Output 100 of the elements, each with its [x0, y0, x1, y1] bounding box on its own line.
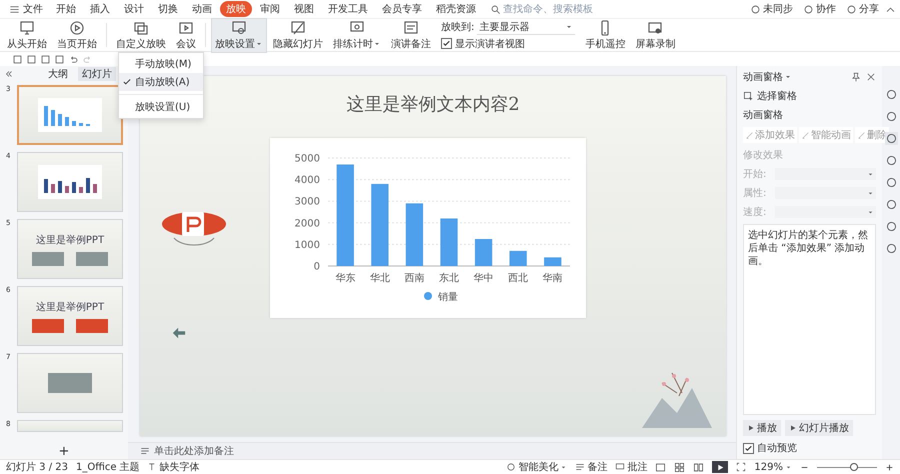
caret-icon [867, 208, 874, 216]
ribbon-button[interactable]: 自定义放映 [112, 18, 170, 52]
ribbon-button[interactable]: 放映设置 [211, 18, 267, 52]
zoom-menu[interactable]: 129% [754, 462, 792, 472]
slide-title: 这里是举例文本内容2 [346, 93, 520, 116]
play-icon [789, 424, 797, 432]
slide-thumbnail[interactable]: 这里是举例PPT [17, 219, 123, 279]
toolbar-link[interactable]: 未同步 [746, 2, 797, 16]
arrow-left-icon [170, 326, 188, 340]
menu-item[interactable]: 手动放映(M) [119, 55, 203, 73]
axis-label: 华南 [542, 273, 563, 284]
cursor-icon [743, 90, 754, 102]
menu-tab[interactable]: 切换 [152, 1, 184, 17]
panel-tab[interactable]: 幻灯片 [78, 67, 116, 81]
axis-label: 4000 [294, 175, 320, 186]
axis-label: 东北 [439, 273, 459, 284]
menu-tab[interactable]: 放映 [220, 1, 252, 17]
menu-tab[interactable]: 开发工具 [322, 1, 374, 17]
pin-icon[interactable] [851, 72, 861, 82]
play-button[interactable]: 幻灯片播放 [785, 420, 853, 436]
pane-title-menu[interactable]: 动画窗格 [743, 70, 792, 84]
slide-thumbnail[interactable]: 这里是举例PPT [17, 286, 123, 346]
auto-preview-checkbox[interactable]: 自动预览 [743, 441, 876, 455]
menu-icon [9, 4, 20, 14]
menu-tab[interactable]: 视图 [288, 1, 320, 17]
field-label: 属性: [743, 186, 768, 200]
notes-icon [403, 20, 419, 36]
slideshow-button[interactable] [712, 461, 728, 473]
thumbnail-title: 这里是举例PPT [36, 300, 104, 314]
axis-label: 5000 [294, 154, 320, 164]
display-label: 放映到: [441, 20, 474, 34]
caret-icon [785, 464, 792, 470]
display-select[interactable]: 主要显示器 [477, 20, 576, 34]
slide-thumbnail[interactable] [17, 353, 123, 413]
ribbon-button[interactable]: 隐藏幻灯片 [269, 18, 327, 52]
check-icon [442, 39, 451, 48]
menu-tab[interactable]: 开始 [50, 1, 82, 17]
beautify-button[interactable]: 智能美化 [506, 460, 568, 474]
ribbon-button[interactable]: 会议 [172, 18, 200, 52]
section-title: 修改效果 [743, 149, 784, 162]
ribbon-button[interactable]: 从头开始 [3, 18, 51, 52]
collapse-icon[interactable] [4, 69, 14, 79]
chart-thumbnail-drawing [38, 165, 102, 199]
menu-tab[interactable]: 动画 [186, 1, 218, 17]
menu-item[interactable]: 放映设置(U) [119, 98, 203, 116]
screen-gear-icon [231, 20, 247, 36]
axis-label: 3000 [294, 196, 320, 208]
menu-tab[interactable]: 设计 [118, 1, 150, 17]
plus-icon[interactable] [885, 462, 894, 472]
toolbar-link[interactable]: 协作 [799, 2, 840, 16]
ribbon-button[interactable]: 手机遥控 [581, 18, 630, 52]
notes-button[interactable]: 备注 [575, 460, 608, 474]
close-icon[interactable] [866, 72, 876, 82]
menu-tab[interactable]: 插入 [84, 1, 116, 17]
menu-tab[interactable]: 审阅 [254, 1, 286, 17]
missing-fonts-button[interactable]: 缺失字体 [148, 460, 200, 474]
panel-tab[interactable]: 大纲 [44, 67, 72, 81]
slide-counter: 幻灯片 3 / 23 [6, 460, 68, 474]
pencil-icon [745, 130, 754, 140]
search-field[interactable]: 查找命令、搜索模板 [490, 4, 613, 14]
field-label: 开始: [743, 168, 768, 181]
ribbon-button[interactable]: 演讲备注 [387, 18, 435, 52]
check-icon [744, 444, 753, 452]
axis-label: 华东 [335, 273, 356, 284]
axis-label: 华中 [474, 273, 494, 284]
comments-button[interactable]: 批注 [615, 460, 648, 474]
thumbnail-title: 这里是举例PPT [36, 234, 104, 246]
slides-icon [133, 20, 149, 36]
bar [440, 218, 458, 266]
hidden-slide-icon [290, 20, 306, 36]
selection-pane-button[interactable]: 选择窗格 [743, 89, 876, 103]
bar [474, 239, 492, 266]
menu-tab[interactable]: 稻壳资源 [430, 1, 482, 17]
play-icon [747, 424, 755, 432]
search-icon [490, 4, 501, 14]
presenter-view-checkbox[interactable]: 显示演讲者视图 [441, 36, 576, 50]
slide-thumbnail[interactable] [17, 420, 123, 432]
grid-view-icon[interactable] [674, 462, 686, 472]
ribbon-button[interactable]: 当页开始 [53, 18, 101, 52]
caret-icon [560, 464, 568, 470]
fit-icon[interactable] [736, 462, 746, 472]
menu-tab[interactable]: 会员专享 [376, 1, 428, 17]
menu-item[interactable]: 自动放映(A) [119, 73, 203, 91]
axis-label: 西南 [404, 273, 424, 284]
book-icon[interactable] [693, 462, 704, 472]
caret-icon [784, 73, 792, 81]
toolbar-link[interactable]: 分享 [842, 2, 883, 16]
video-icon [178, 20, 194, 36]
ribbon-button[interactable]: 屏幕录制 [631, 18, 680, 52]
ribbon-button[interactable]: 排练计时 [329, 18, 385, 52]
zoom-slider[interactable] [850, 462, 858, 470]
add-slide-button[interactable]: + [0, 445, 128, 459]
axis-label: 2000 [294, 218, 320, 230]
normal-view-icon[interactable] [655, 462, 666, 472]
file-menu[interactable]: 文件 [4, 2, 48, 16]
chart-thumbnail-drawing [38, 98, 102, 132]
slide-thumbnail[interactable] [17, 152, 123, 212]
axis-label: 华北 [370, 273, 390, 284]
slide-thumbnail[interactable] [17, 85, 123, 145]
play-button[interactable]: 播放 [743, 420, 781, 436]
